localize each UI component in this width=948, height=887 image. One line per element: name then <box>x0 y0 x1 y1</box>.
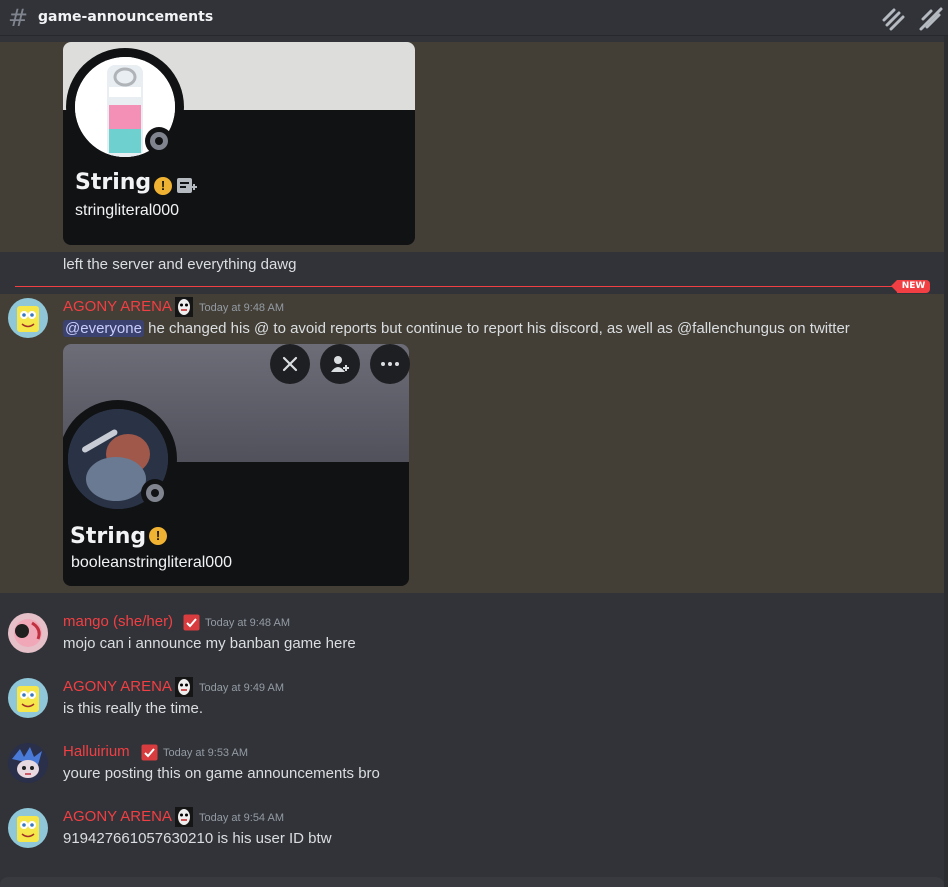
message-author[interactable]: mango (she/her) <box>63 613 173 630</box>
add-friend-icon[interactable] <box>320 344 360 384</box>
message-body: he changed his @ to avoid reports but co… <box>143 320 850 337</box>
message-author[interactable]: AGONY ARENA <box>63 298 172 315</box>
message-timestamp[interactable]: Today at 9:49 AM <box>199 682 284 694</box>
message-author[interactable]: AGONY ARENA <box>63 678 172 695</box>
status-indicator <box>145 127 173 155</box>
checkbox-badge-icon <box>141 744 158 761</box>
avatar[interactable] <box>8 298 48 338</box>
profile-display-name: String <box>75 170 152 195</box>
profile-username: booleanstringliteral000 <box>71 554 232 571</box>
message-author[interactable]: AGONY ARENA <box>63 808 172 825</box>
mute-icon[interactable] <box>918 6 944 32</box>
avatar[interactable] <box>8 743 48 783</box>
channel-name: game-announcements <box>38 9 214 25</box>
scrollbar[interactable] <box>944 36 948 887</box>
card-actions <box>270 344 410 384</box>
more-icon[interactable] <box>370 344 410 384</box>
message-timestamp[interactable]: Today at 9:54 AM <box>199 812 284 824</box>
message-text: left the server and everything dawg <box>63 256 297 273</box>
avatar[interactable] <box>8 613 48 653</box>
channel-header: # game-announcements <box>0 0 948 36</box>
message-input-edge[interactable] <box>0 877 944 887</box>
message-author[interactable]: Halluirium <box>63 743 130 760</box>
message-text: is this really the time. <box>63 700 204 717</box>
new-badge: NEW <box>891 280 930 293</box>
face-role-icon <box>175 677 193 697</box>
new-messages-divider <box>15 286 930 287</box>
message-text: mojo can i announce my banban game here <box>63 635 356 652</box>
checkbox-badge-icon <box>183 614 200 631</box>
message-text: 919427661057630210 is his user ID btw <box>63 830 332 847</box>
warning-icon[interactable]: ! <box>149 527 167 545</box>
message-timestamp[interactable]: Today at 9:48 AM <box>205 617 290 629</box>
avatar[interactable] <box>8 678 48 718</box>
profile-username: stringliteral000 <box>75 202 180 219</box>
face-role-icon <box>175 297 193 317</box>
profile-display-name: String <box>70 524 147 549</box>
status-indicator <box>141 479 169 507</box>
face-role-icon <box>175 807 193 827</box>
message-timestamp[interactable]: Today at 9:48 AM <box>199 302 284 314</box>
message-text: @everyone he changed his @ to avoid repo… <box>63 320 850 337</box>
warning-icon[interactable]: ! <box>154 177 172 195</box>
threads-icon[interactable] <box>880 6 906 32</box>
add-note-icon[interactable] <box>176 177 198 195</box>
close-sword-icon[interactable] <box>270 344 310 384</box>
profile-card[interactable]: String ! stringliteral000 <box>63 42 415 245</box>
avatar[interactable] <box>8 808 48 848</box>
hash-icon: # <box>8 4 29 32</box>
message-text: youre posting this on game announcements… <box>63 765 380 782</box>
message-timestamp[interactable]: Today at 9:53 AM <box>163 747 248 759</box>
everyone-mention[interactable]: @everyone <box>63 320 144 337</box>
